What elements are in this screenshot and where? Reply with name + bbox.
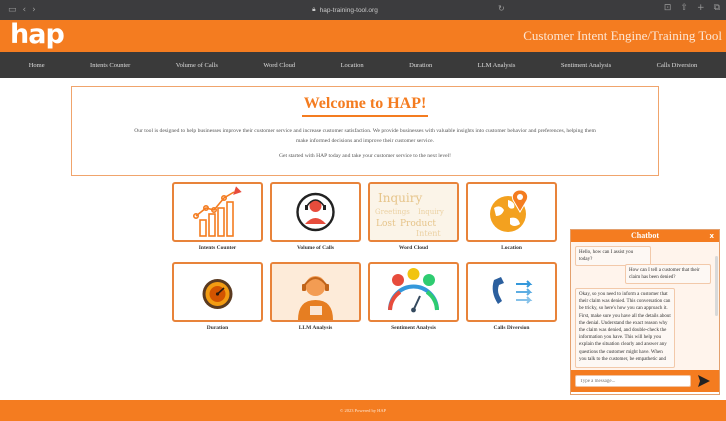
tile-label: Volume of Calls (296, 245, 335, 251)
tile-duration-box[interactable] (172, 262, 263, 322)
tile-word-cloud[interactable]: Inquiry Greetings Inquiry Lost Product I… (368, 182, 459, 259)
reload-icon[interactable]: ↻ (498, 4, 505, 13)
tile-label: LLM Analysis (298, 325, 333, 331)
call-center-agent-icon (296, 192, 335, 232)
sentiment-emoji-icon (388, 268, 439, 313)
hap-logo[interactable]: hap (10, 20, 65, 50)
page-footer: © 2023 Powered by HAP (0, 400, 726, 421)
tile-volume-of-calls-box[interactable] (270, 182, 361, 242)
chatbot-panel: Chatbot x Hello, how can I assist you to… (570, 229, 720, 395)
chatbot-title: Chatbot (630, 231, 659, 240)
chat-message-input[interactable] (575, 375, 691, 387)
chatbot-header: Chatbot x (571, 230, 719, 242)
tile-llm-analysis[interactable]: LLM Analysis (270, 262, 361, 339)
chat-scrollbar[interactable] (715, 256, 718, 316)
tile-label: Calls Diversion (493, 325, 530, 331)
tile-label: Intents Counter (198, 245, 237, 251)
tile-word-cloud-box[interactable]: Inquiry Greetings Inquiry Lost Product I… (368, 182, 459, 242)
word-cloud-word: Inquiry (418, 208, 444, 216)
bot-message: Okay, so you need to inform a customer t… (575, 288, 675, 368)
footer-text: © 2023 Powered by HAP (339, 408, 387, 413)
tile-sentiment-analysis[interactable]: Sentiment Analysis (368, 262, 459, 339)
tile-duration[interactable]: Duration (172, 262, 263, 339)
word-cloud-word: Intent (416, 229, 441, 238)
tile-location-box[interactable] (466, 182, 557, 242)
lock-icon: 🔒︎ (312, 6, 316, 13)
browser-toolbar: ▭ ‹ › 🔒︎ hap-training-tool.org ↻ ⊡ ⇧ + ⧉ (0, 0, 726, 20)
word-cloud-word: Inquiry (378, 191, 422, 205)
tile-intents-counter-box[interactable] (172, 182, 263, 242)
download-icon[interactable]: ⊡ (664, 4, 672, 13)
tile-sentiment-analysis-box[interactable] (368, 262, 459, 322)
app-header: hap Customer Intent Engine/Training Tool (0, 20, 726, 52)
word-cloud-word: Lost (376, 219, 396, 229)
tabs-overview-icon[interactable]: ⧉ (714, 4, 720, 13)
nav-intents-counter[interactable]: Intents Counter (90, 62, 130, 69)
tile-llm-analysis-box[interactable] (270, 262, 361, 322)
send-icon[interactable] (697, 374, 711, 388)
nav-word-cloud[interactable]: Word Cloud (263, 62, 295, 69)
nav-location[interactable]: Location (341, 62, 364, 69)
chat-composer (571, 370, 719, 392)
headset-person-icon (272, 264, 359, 320)
tile-volume-of-calls[interactable]: Volume of Calls (270, 182, 361, 259)
welcome-title: Welcome to HAP! (303, 95, 427, 112)
chat-messages[interactable]: Hello, how can I assist you today? How c… (571, 242, 719, 370)
close-icon[interactable]: x (709, 230, 714, 242)
nav-volume-of-calls[interactable]: Volume of Calls (176, 62, 218, 69)
word-cloud-word: Greetings (375, 208, 410, 216)
title-underline (302, 115, 428, 117)
tile-label: Duration (206, 325, 229, 331)
phone-transfer-icon (492, 277, 533, 304)
tile-label: Location (501, 245, 522, 251)
tile-calls-diversion[interactable]: Calls Diversion (466, 262, 557, 339)
tile-calls-diversion-box[interactable] (466, 262, 557, 322)
tile-location[interactable]: Location (466, 182, 557, 259)
nav-duration[interactable]: Duration (409, 62, 432, 69)
welcome-cta: Get started with HAP today and take your… (278, 152, 452, 159)
word-cloud-icon: Inquiry Greetings Inquiry Lost Product I… (370, 184, 457, 240)
share-icon[interactable]: ⇧ (680, 4, 688, 13)
nav-calls-diversion[interactable]: Calls Diversion (657, 62, 698, 69)
sidebar-toggle-icon[interactable]: ▭ (8, 5, 17, 15)
gauge-dial-icon (202, 279, 233, 309)
globe-location-pin-icon (490, 189, 529, 232)
nav-home[interactable]: Home (29, 62, 45, 69)
nav-llm-analysis[interactable]: LLM Analysis (478, 62, 516, 69)
welcome-description: Our tool is designed to help businesses … (134, 127, 596, 144)
forward-arrow-icon[interactable]: › (32, 5, 36, 15)
new-tab-icon[interactable]: + (697, 4, 705, 13)
tile-label: Sentiment Analysis (391, 325, 436, 331)
address-bar[interactable]: 🔒︎ hap-training-tool.org (170, 4, 520, 16)
tile-label: Word Cloud (398, 245, 429, 251)
welcome-panel: Welcome to HAP! Our tool is designed to … (71, 86, 659, 176)
main-nav: Home Intents Counter Volume of Calls Wor… (0, 52, 726, 78)
back-arrow-icon[interactable]: ‹ (23, 5, 27, 15)
app-title: Customer Intent Engine/Training Tool (523, 28, 722, 43)
nav-sentiment-analysis[interactable]: Sentiment Analysis (561, 62, 611, 69)
bar-chart-growth-icon (192, 186, 242, 237)
user-message: How can I tell a customer that their cla… (625, 264, 711, 285)
address-text: hap-training-tool.org (319, 6, 378, 14)
word-cloud-word: Product (400, 219, 436, 229)
tile-intents-counter[interactable]: Intents Counter (172, 182, 263, 259)
